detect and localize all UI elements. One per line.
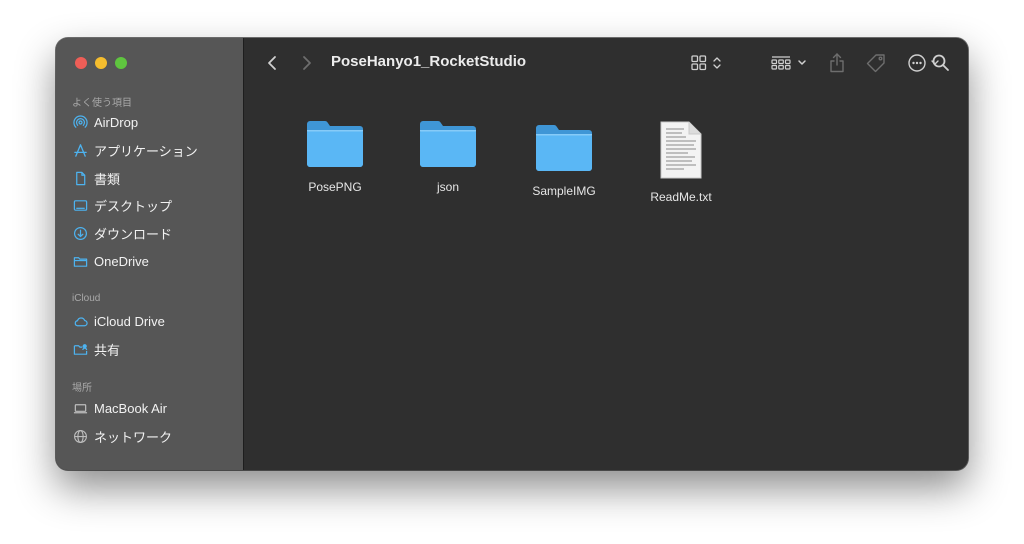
- tag-button[interactable]: [864, 52, 888, 74]
- sidebar-item-label: 共有: [94, 342, 121, 358]
- file-item-sampleimg[interactable]: SampleIMG: [509, 122, 619, 198]
- sidebar-item-applications[interactable]: アプリケーション: [72, 139, 232, 161]
- group-by-button[interactable]: [770, 52, 810, 74]
- sidebar-item-label: ダウンロード: [94, 226, 173, 242]
- share-button[interactable]: [826, 51, 848, 75]
- applications-icon: [72, 142, 88, 158]
- sidebar-item-label: デスクトップ: [94, 198, 173, 214]
- sidebar-item-macbook-air[interactable]: MacBook Air: [72, 397, 232, 419]
- close-button[interactable]: [75, 57, 87, 69]
- chevron-left-icon: [268, 56, 276, 70]
- sidebar-item-onedrive[interactable]: OneDrive: [72, 250, 232, 272]
- sidebar-item-downloads[interactable]: ダウンロード: [72, 222, 232, 244]
- favorites-header: よく使う項目: [72, 98, 132, 109]
- forward-button[interactable]: [298, 54, 316, 72]
- share-icon: [830, 53, 844, 73]
- tag-icon: [866, 54, 885, 73]
- search-icon: [932, 54, 949, 71]
- laptop-icon: [72, 400, 88, 416]
- file-name: json: [436, 180, 459, 194]
- sidebar-item-network[interactable]: ネットワーク: [72, 425, 232, 447]
- icon-grid-icon: [691, 55, 721, 71]
- folder-icon: [72, 253, 88, 269]
- sidebar-item-label: AirDrop: [94, 114, 139, 130]
- sidebar-item-icloud-drive[interactable]: iCloud Drive: [72, 310, 232, 332]
- folder-icon: [307, 121, 363, 167]
- sidebar-item-label: iCloud Drive: [94, 313, 165, 329]
- shared-folder-icon: [72, 341, 88, 357]
- back-button[interactable]: [263, 54, 281, 72]
- zoom-button[interactable]: [115, 57, 127, 69]
- file-name: PosePNG: [308, 180, 362, 194]
- file-name: SampleIMG: [532, 184, 596, 198]
- sidebar-item-documents[interactable]: 書類: [72, 167, 232, 189]
- cloud-icon: [72, 313, 88, 329]
- file-item-poseng[interactable]: PosePNG: [280, 118, 390, 194]
- view-mode-button[interactable]: [690, 52, 726, 74]
- folder-icon: [536, 125, 592, 171]
- chevron-right-icon: [303, 56, 311, 70]
- sidebar-item-shared[interactable]: 共有: [72, 338, 232, 360]
- window-title: PoseHanyo1_RocketStudio: [331, 53, 527, 70]
- file-item-json[interactable]: json: [393, 118, 503, 194]
- file-name: ReadMe.txt: [650, 190, 712, 204]
- file-item-readme[interactable]: ReadMe.txt: [626, 120, 736, 204]
- document-icon: [72, 170, 88, 186]
- locations-header: 場所: [72, 383, 92, 394]
- search-button[interactable]: [930, 52, 952, 74]
- sidebar-item-label: アプリケーション: [94, 143, 198, 159]
- download-icon: [72, 225, 88, 241]
- airdrop-icon: [72, 114, 88, 130]
- group-icon: [771, 56, 806, 70]
- text-document-icon: [660, 121, 702, 179]
- toolbar: PoseHanyo1_RocketStudio: [244, 38, 968, 88]
- finder-window: よく使う項目 AirDrop アプリケーション 書類 デスクトップ ダウンロード…: [56, 38, 968, 470]
- content-area: PoseHanyo1_RocketStudio PosePNG json Sam…: [244, 38, 968, 470]
- sidebar: よく使う項目 AirDrop アプリケーション 書類 デスクトップ ダウンロード…: [56, 38, 244, 470]
- window-controls: [75, 57, 127, 69]
- sidebar-item-label: OneDrive: [94, 253, 149, 269]
- sidebar-item-desktop[interactable]: デスクトップ: [72, 194, 232, 216]
- folder-icon: [420, 121, 476, 167]
- network-icon: [72, 428, 88, 444]
- desktop-icon: [72, 197, 88, 213]
- icloud-header: iCloud: [72, 293, 101, 304]
- sidebar-item-airdrop[interactable]: AirDrop: [72, 111, 232, 133]
- sidebar-item-label: 書類: [94, 171, 121, 187]
- sidebar-item-label: MacBook Air: [94, 400, 167, 416]
- minimize-button[interactable]: [95, 57, 107, 69]
- sidebar-item-label: ネットワーク: [94, 429, 173, 445]
